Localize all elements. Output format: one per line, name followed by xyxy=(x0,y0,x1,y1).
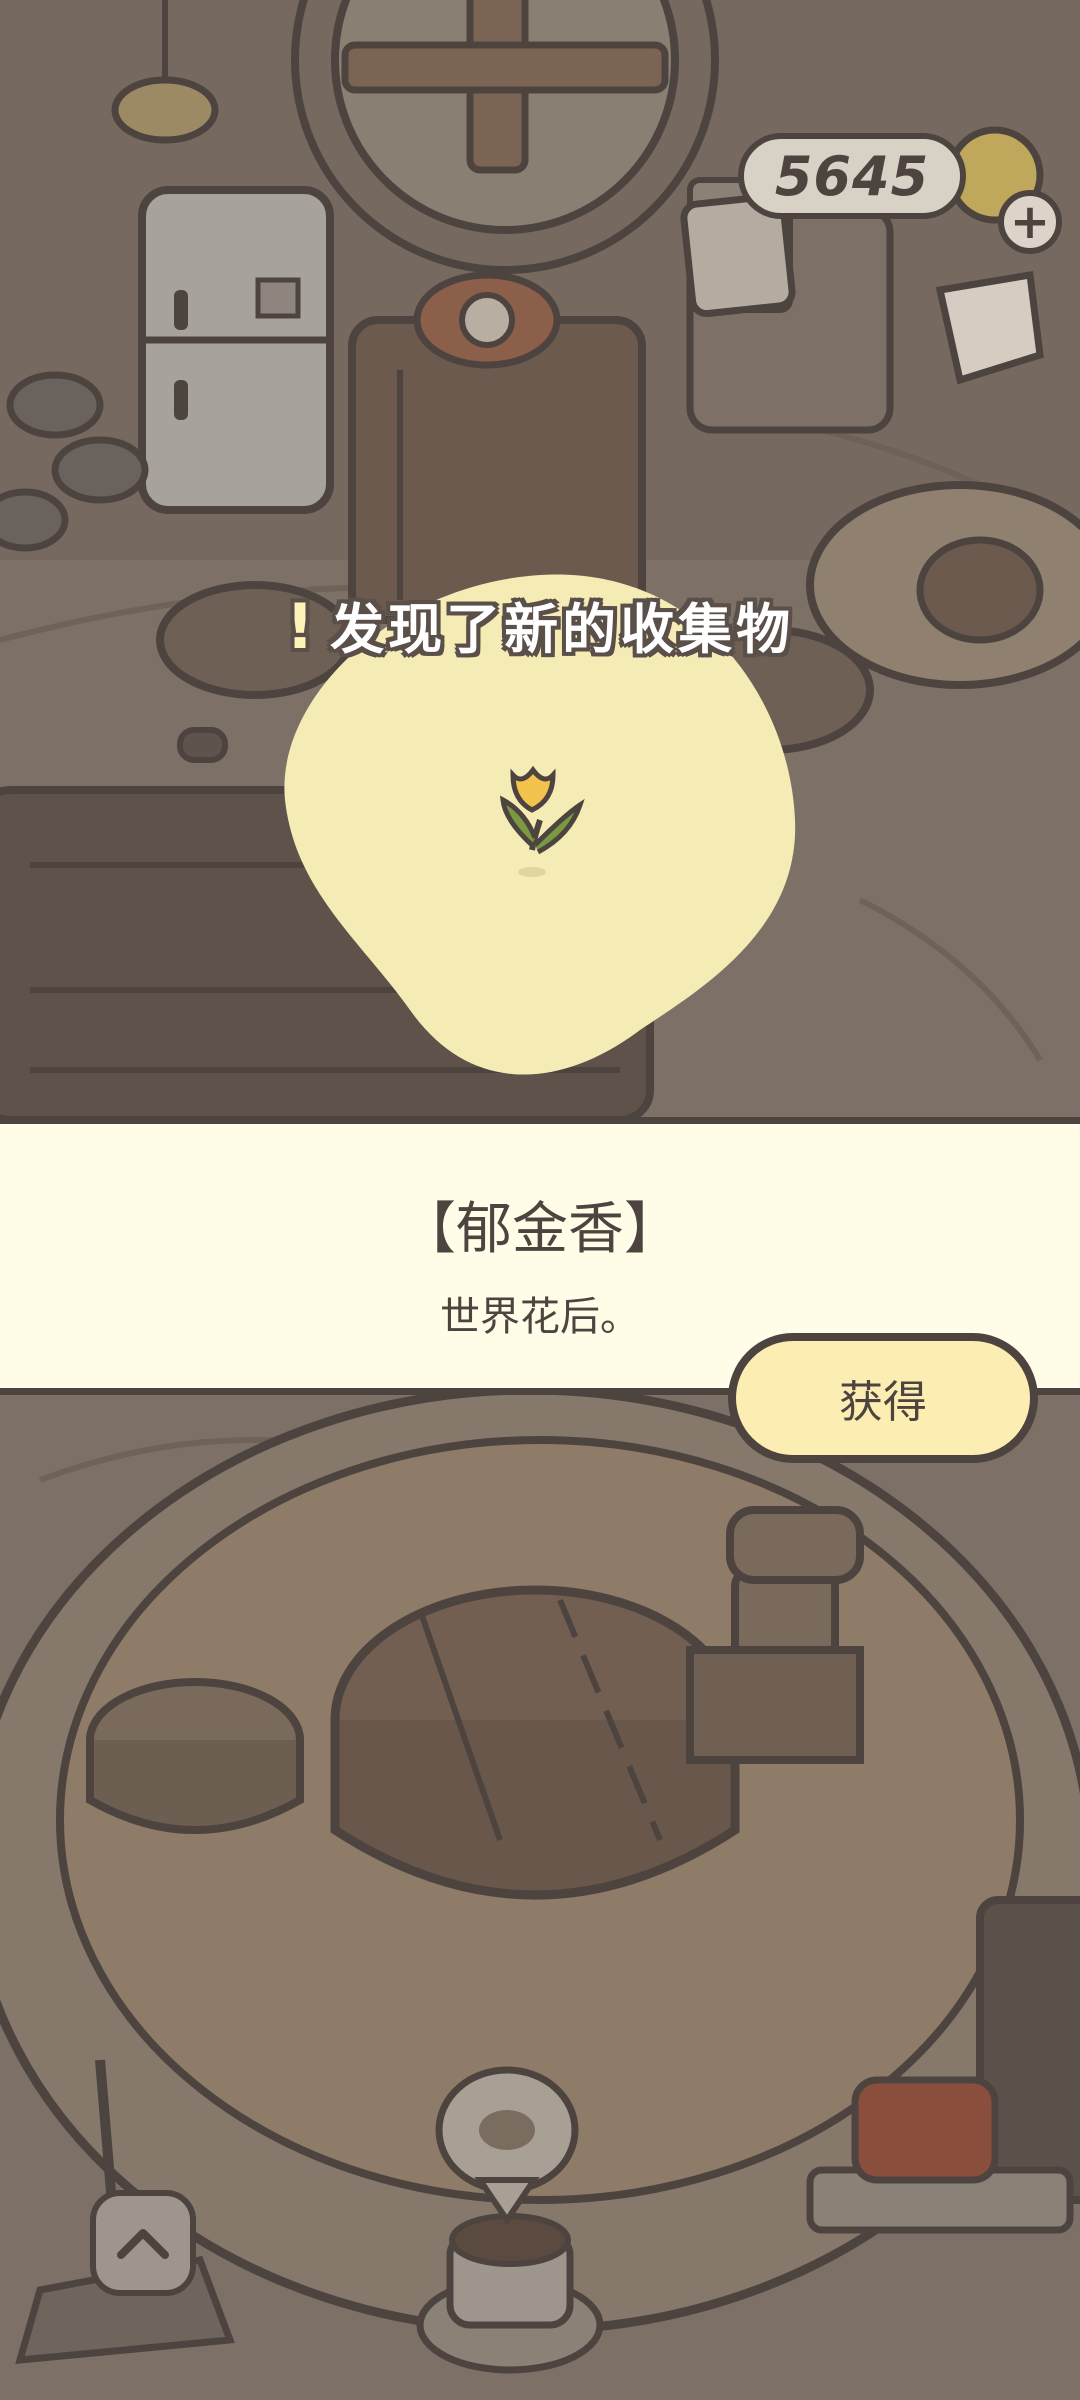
fridge xyxy=(138,186,334,514)
scroll-up-button[interactable] xyxy=(90,2190,196,2296)
coin-counter[interactable]: 5645 xyxy=(738,133,966,219)
get-button-label: 获得 xyxy=(839,1377,927,1428)
add-coins-button[interactable]: + xyxy=(998,190,1062,254)
stool-bottom-left xyxy=(86,1678,304,1834)
coin-count: 5645 xyxy=(774,144,930,208)
chevron-up-icon xyxy=(117,2229,169,2259)
phone-cabinet xyxy=(348,271,646,624)
round-table xyxy=(330,1585,740,1900)
exclamation-icon: ! xyxy=(285,590,319,663)
discovery-title: 发现了新的收集物 xyxy=(330,598,795,661)
plus-icon: + xyxy=(1009,194,1051,250)
item-name: 【郁金香】 xyxy=(400,1197,680,1262)
game-screen: 5645 + ! 发现了新的收集物 【郁金香】 世界花后。 获得 xyxy=(0,0,1080,2400)
discovery-title-wrapper: ! 发现了新的收集物 xyxy=(0,585,1080,664)
get-button[interactable]: 获得 xyxy=(728,1333,1038,1463)
